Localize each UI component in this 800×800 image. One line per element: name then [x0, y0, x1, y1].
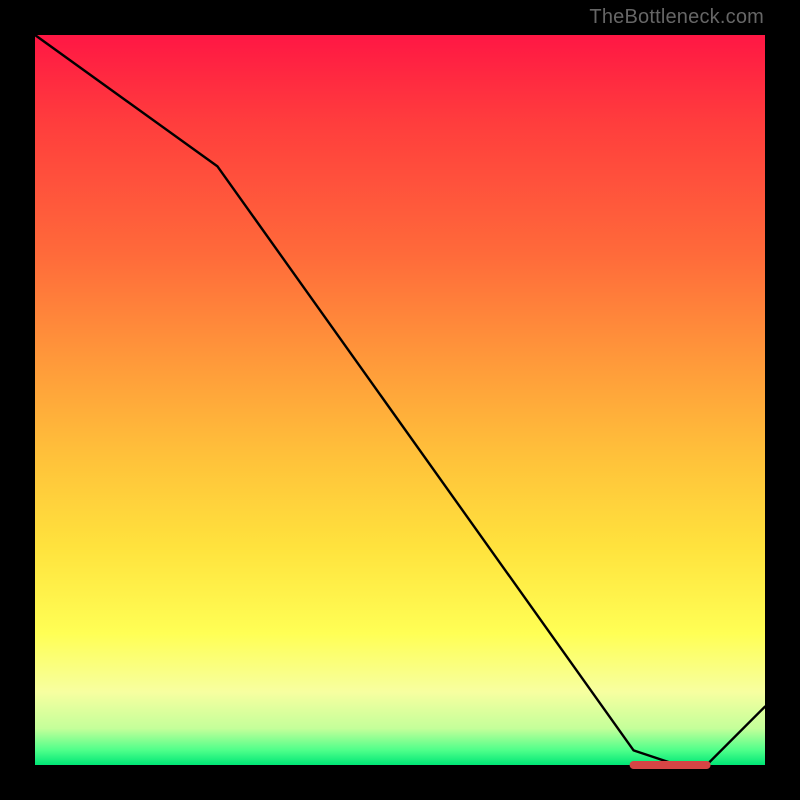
chart-frame: TheBottleneck.com [0, 0, 800, 800]
bottleneck-curve [35, 35, 765, 765]
chart-svg [0, 0, 800, 800]
